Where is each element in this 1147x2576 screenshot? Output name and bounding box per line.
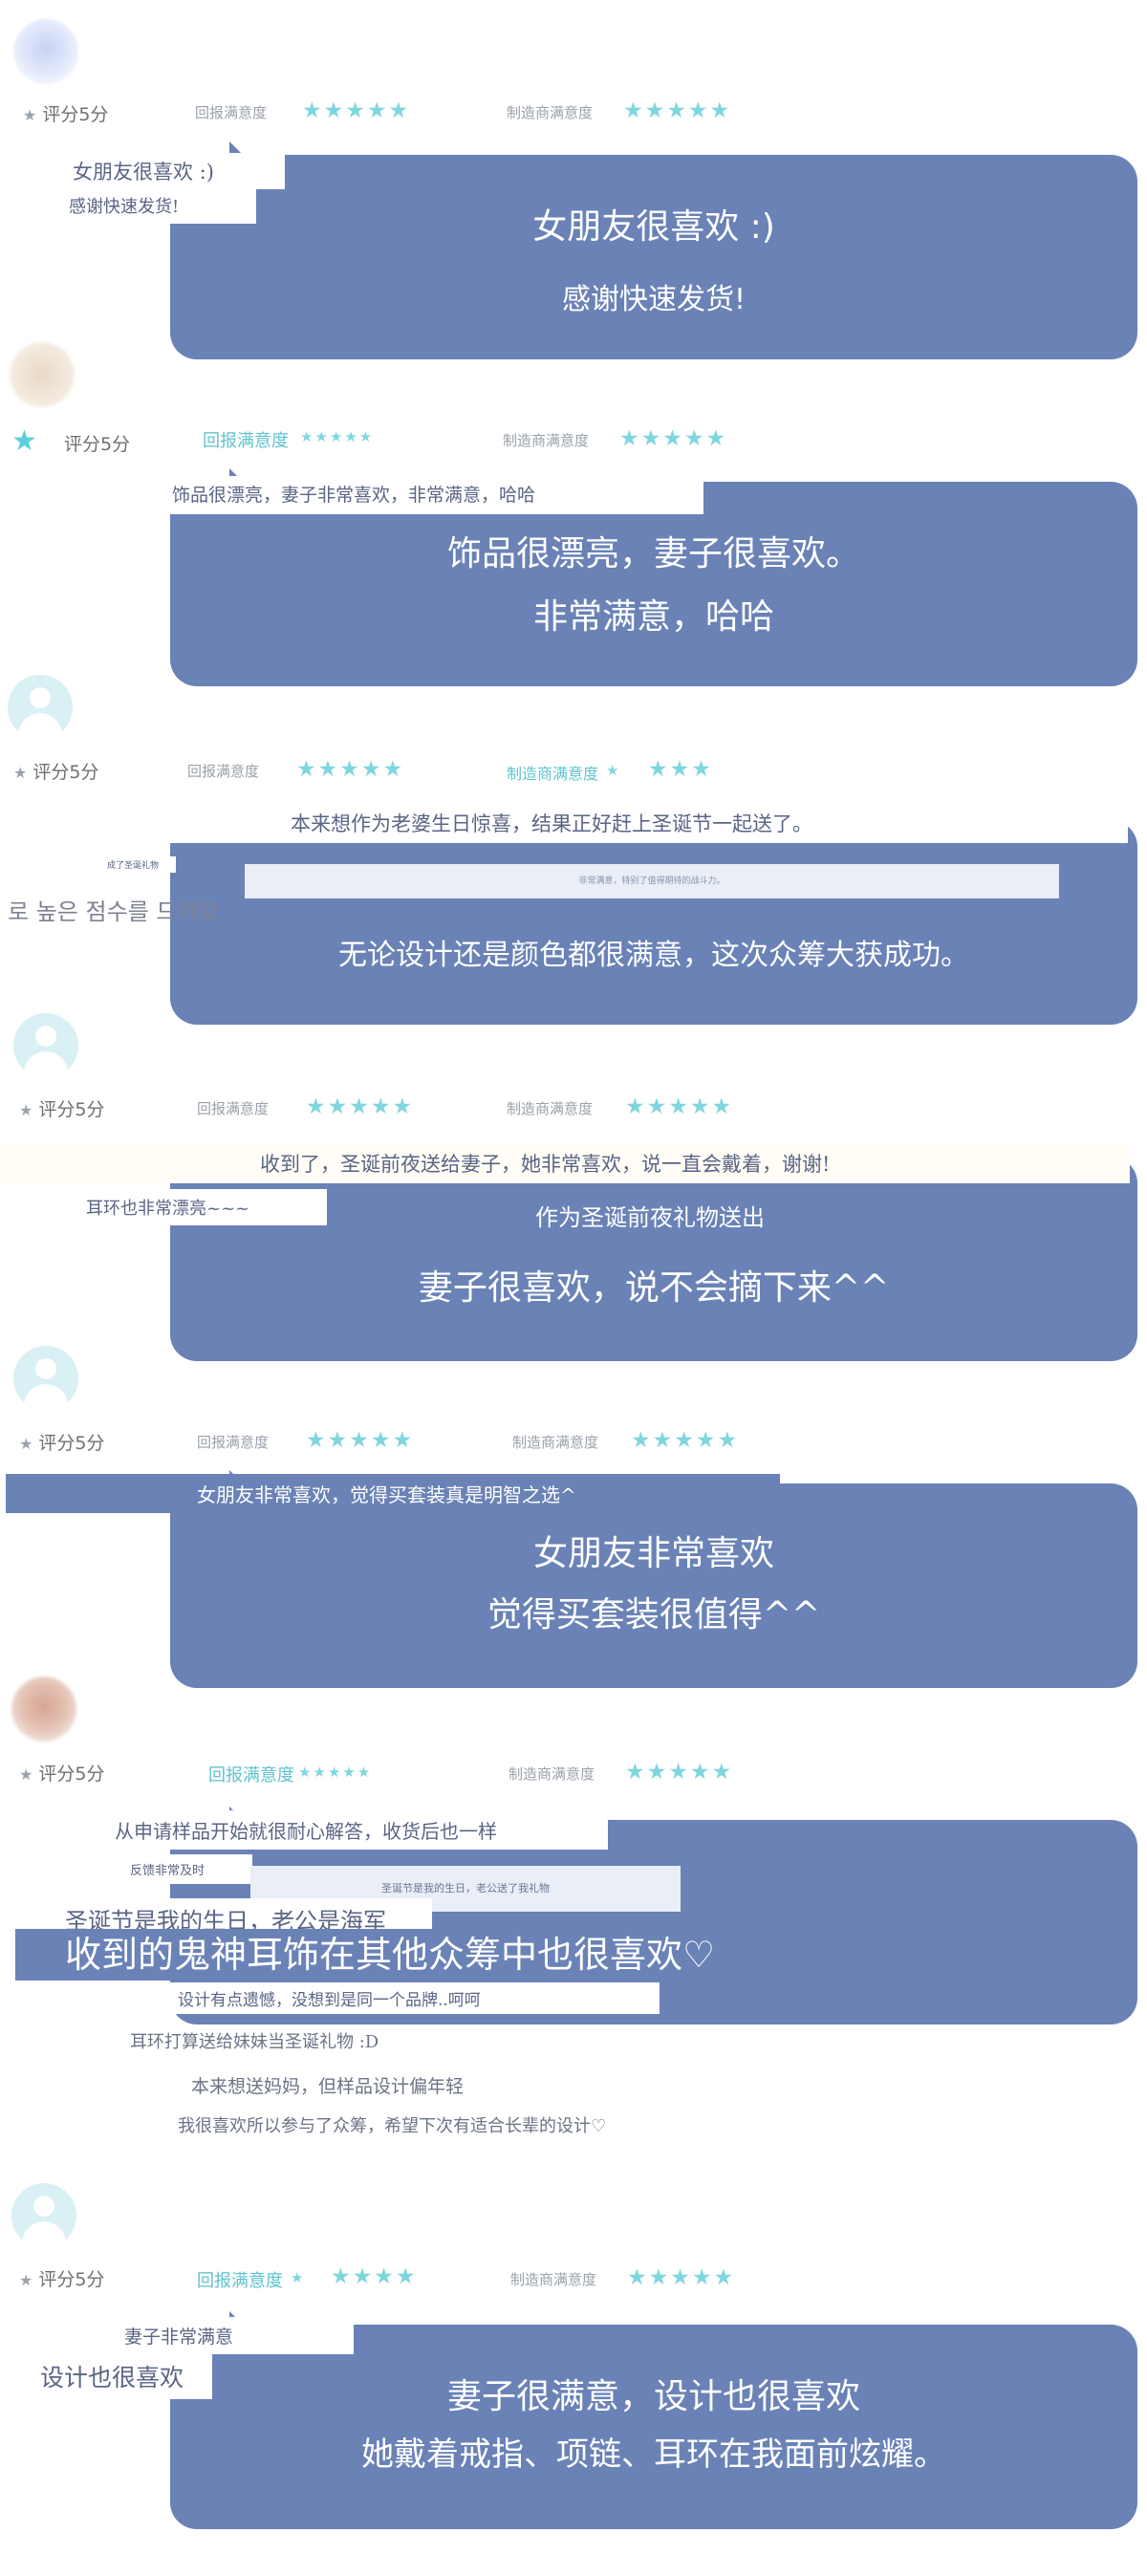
maker-satisfaction-label: 制造商满意度 — [507, 765, 599, 783]
return-satisfaction-label: 回报满意度 — [197, 1434, 270, 1451]
return-satisfaction-label: 回报满意度 — [195, 104, 268, 121]
original-text-overlay: 饰品很漂亮，妻子非常喜欢，非常满意，哈哈 — [0, 476, 703, 514]
maker-satisfaction-stars: ★★★★★ — [625, 1760, 734, 1785]
maker-satisfaction-stars: ★★★ — [648, 757, 713, 782]
star-icon: ★ — [19, 1435, 33, 1453]
star-icon: ★ — [19, 1765, 33, 1784]
rating-text: 评分5分 — [38, 1433, 105, 1454]
original-text-overlay: 成了圣诞礼物 — [8, 856, 176, 873]
star-icon: ★ — [23, 106, 37, 124]
original-text-overlay: 女朋友非常喜欢，觉得买套装真是明智之选^ — [6, 1474, 780, 1513]
bubble-line: 妻子很满意，设计也很喜欢 — [446, 2377, 860, 2416]
bubble-line: 感谢快速发货! — [561, 283, 747, 316]
original-text-overlay: 本来想作为老婆生日惊喜，结果正好赶上圣诞节一起送了。 — [161, 803, 1128, 843]
bubble-line: 饰品很漂亮，妻子很喜欢。 — [446, 534, 860, 574]
rating-score: ★ 评分5分 — [11, 424, 130, 458]
bubble-line: 女朋友很喜欢 :) — [532, 207, 775, 247]
original-text: 本来想送妈妈，但样品设计偏年轻 — [191, 2076, 465, 2097]
original-text-overlay: 耳环也非常漂亮~~~ — [0, 1189, 327, 1225]
rating-score: ★ 评分5分 — [19, 1095, 104, 1121]
rating-text: 评分5分 — [63, 434, 131, 455]
user-avatar — [11, 1677, 76, 1742]
bubble-line: 非常满意，哈哈 — [532, 597, 774, 637]
rating-text: 评分5分 — [38, 1099, 105, 1120]
user-avatar — [8, 675, 73, 740]
return-satisfaction-stars: ★★★★★ — [302, 98, 411, 123]
return-satisfaction-label: 回报满意度 — [187, 763, 260, 780]
rating-score: ★ 评分5分 — [23, 100, 108, 126]
original-text-overlay: 反馈非常及时 — [0, 1854, 252, 1884]
return-satisfaction-stars: ★★★★★ — [306, 1428, 415, 1453]
rating-text: 评分5分 — [42, 104, 109, 125]
maker-satisfaction-label: 制造商满意度 — [503, 432, 590, 449]
return-satisfaction-label: 回报满意度 — [197, 1100, 270, 1117]
return-satisfaction-stars: ★★★★★ — [306, 1094, 415, 1119]
translation-bubble: 女朋友很喜欢 :) 感谢快速发货! — [170, 141, 1137, 359]
maker-satisfaction-label: 制造商满意度 — [509, 1765, 595, 1783]
maker-satisfaction-stars: ★★★★★ — [627, 2265, 736, 2290]
original-text-overlay: 感谢快速发货! — [0, 189, 256, 224]
rating-text: 评分5分 — [38, 1764, 105, 1785]
bubble-line: 她戴着戒指、项链、耳环在我面前炫耀。 — [361, 2435, 946, 2474]
original-text-overlay: 设计有点遗憾，没想到是同一个品牌..呵呵 — [0, 1982, 660, 2014]
user-avatar — [13, 1346, 78, 1411]
translation-bubble: 妻子很喜欢，说不会摘下来^^ — [170, 1143, 1137, 1361]
return-satisfaction-label: 回报满意度 — [203, 431, 289, 451]
bubble-line: 女朋友非常喜欢 — [532, 1534, 774, 1573]
maker-satisfaction-label: 制造商满意度 — [512, 1434, 599, 1451]
return-satisfaction-stars: ★ — [291, 2269, 306, 2286]
original-text-overlay: 从申请样品开始就很耐心解答，收货后也一样 — [0, 1810, 608, 1850]
translation-bubble: 无论设计还是颜色都很满意，这次众筹大获成功。 — [170, 807, 1137, 1025]
original-text-overlay: 设计也很喜欢 — [0, 2353, 212, 2399]
maker-satisfaction-stars: ★★★★★ — [625, 1094, 734, 1119]
original-text-overlay: 非常满意，特别了值得期待的战斗力。 — [245, 864, 1059, 898]
translation-bubble: 女朋友非常喜欢 觉得买套装很值得^^ — [170, 1470, 1137, 1688]
rating-score: ★ 评分5分 — [13, 758, 98, 784]
original-text-overlay: 妻子非常满意 — [0, 2317, 354, 2354]
rating-text: 评分5分 — [38, 2269, 105, 2290]
original-text-overlay: 作为圣诞前夜礼物送出 — [392, 1199, 908, 1237]
star-icon: ★ — [13, 764, 28, 782]
maker-satisfaction-label: 制造商满意度 — [510, 2271, 597, 2288]
original-text-overlay: 收到了，圣诞前夜送给妻子，她非常喜欢，说一直会戴着，谢谢! — [0, 1143, 1130, 1183]
rating-score: ★ 评分5分 — [19, 2265, 104, 2291]
user-avatar — [11, 2183, 76, 2248]
return-satisfaction-stars: ★★★★★ — [300, 428, 375, 445]
maker-satisfaction-stars: ★ — [606, 762, 621, 779]
return-satisfaction-label: 回报满意度 — [208, 1765, 294, 1786]
user-avatar — [10, 342, 75, 407]
star-icon: ★ — [19, 1101, 33, 1119]
maker-satisfaction-label: 制造商满意度 — [507, 104, 594, 121]
rating-score: ★ 评分5分 — [19, 1760, 104, 1786]
bubble-line: 妻子很喜欢，说不会摘下来^^ — [418, 1268, 890, 1308]
original-text-overlay: 收到的鬼神耳饰在其他众筹中也很喜欢♡ — [15, 1929, 887, 1981]
return-satisfaction-stars: ★★★★★ — [298, 1764, 373, 1781]
star-icon: ★ — [19, 2271, 33, 2289]
rating-text: 评分5分 — [32, 762, 99, 783]
star-icon: ★ — [11, 424, 37, 458]
original-text-overlay: 女朋友很喜欢 :) — [0, 153, 285, 189]
return-satisfaction-stars: ★★★★★ — [296, 757, 405, 782]
maker-satisfaction-stars: ★★★★★ — [631, 1428, 740, 1453]
maker-satisfaction-stars: ★★★★★ — [619, 426, 728, 451]
rating-score: ★ 评分5分 — [19, 1429, 104, 1455]
original-text: 我很喜欢所以参与了众筹，希望下次有适合长辈的设计♡ — [178, 2116, 607, 2136]
maker-satisfaction-stars: ★★★★★ — [623, 98, 732, 123]
bubble-line: 觉得买套装很值得^^ — [487, 1595, 821, 1634]
return-satisfaction-stars: ★★★★ — [331, 2264, 418, 2289]
bubble-line: 无论设计还是颜色都很满意，这次众筹大获成功。 — [338, 939, 969, 972]
original-text-overlay: 로 높은 점수를 드려요 — [8, 898, 220, 925]
maker-satisfaction-label: 制造商满意度 — [507, 1100, 594, 1117]
translation-bubble: 妻子很满意，设计也很喜欢 她戴着戒指、项链、耳环在我面前炫耀。 — [170, 2311, 1137, 2529]
return-satisfaction-label: 回报满意度 — [197, 2271, 283, 2291]
user-avatar — [13, 1013, 78, 1078]
original-text: 耳环打算送给妹妹当圣诞礼物 :D — [130, 2032, 379, 2052]
user-avatar — [13, 19, 78, 84]
